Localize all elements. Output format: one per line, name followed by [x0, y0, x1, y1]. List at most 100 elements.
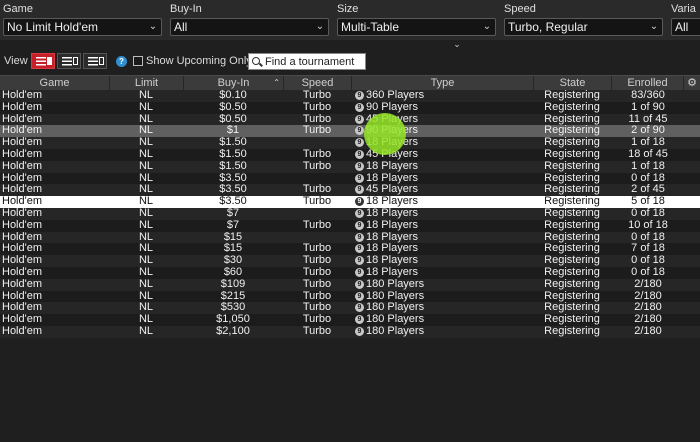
search-input[interactable]	[265, 54, 365, 69]
cell-buyin: $0.50	[219, 101, 247, 113]
tournament-type-badge-icon: 9	[355, 114, 364, 124]
table-row[interactable]: Hold'em NL $7 Turbo 9 18 Players Registering 10…	[0, 219, 700, 232]
table-row[interactable]: Hold'em NL $1.50 9 18 Players Registering 1 of…	[0, 137, 700, 149]
cell-limit: NL	[138, 101, 154, 113]
panel-icon	[73, 57, 78, 65]
panel-icon	[47, 57, 52, 65]
table-row[interactable]: Hold'em NL $1.50 Turbo 9 18 Players Registerin…	[0, 160, 700, 173]
show-upcoming-checkbox[interactable]	[133, 56, 143, 66]
table-row[interactable]: Hold'em NL $7 9 18 Players Registering 0 of 18	[0, 207, 700, 220]
cell-speed: Turbo	[302, 125, 332, 137]
table-row[interactable]: Hold'em NL $3.50 9 18 Players Registering 0 of…	[0, 172, 700, 185]
cell-speed	[284, 232, 350, 244]
table-row[interactable]: Hold'em NL $215 Turbo 9 180 Players Registerin…	[0, 290, 700, 303]
cell-game: Hold'em	[2, 125, 43, 137]
collapse-filters-icon[interactable]: ⌄	[450, 39, 464, 49]
game-select[interactable]: No Limit Hold'em ⌄	[3, 18, 162, 36]
buyin-select[interactable]: All ⌄	[170, 18, 329, 36]
search-box[interactable]	[248, 53, 366, 70]
table-row[interactable]: Hold'em NL $1 Turbo 9 90 Players Registering 2 …	[0, 125, 700, 138]
cell-limit: NL	[138, 325, 154, 337]
table-row[interactable]: Hold'em NL $60 Turbo 9 18 Players Registering 0…	[0, 266, 700, 279]
chevron-down-icon: ⌄	[649, 21, 659, 32]
size-select[interactable]: Multi-Table ⌄	[337, 18, 496, 36]
tournament-type-text: 18 Players	[366, 196, 418, 208]
table-row[interactable]: Hold'em NL $3.50 Turbo 9 18 Players Registerin…	[0, 196, 700, 208]
cell-speed: Turbo	[302, 90, 332, 101]
column-header-limit[interactable]: Limit	[110, 76, 184, 91]
tournament-type-text: 18 Players	[366, 207, 418, 219]
cell-enrolled: 7 of 18	[631, 243, 665, 255]
column-header-enrolled[interactable]: Enrolled	[612, 76, 684, 91]
table-row[interactable]: Hold'em NL $1.50 Turbo 9 45 Players Registerin…	[0, 148, 700, 161]
view-split-button[interactable]	[57, 53, 81, 69]
table-row[interactable]: Hold'em NL $2,100 Turbo 9 180 Players Register…	[0, 325, 700, 338]
table-row[interactable]: Hold'em NL $30 Turbo 9 18 Players Registering 0…	[0, 255, 700, 267]
tournament-type-badge-icon: 9	[355, 197, 364, 207]
cell-type: 9 45 Players	[355, 114, 533, 126]
table-row[interactable]: Hold'em NL $15 9 18 Players Registering 0 of 1…	[0, 231, 700, 244]
cell-enrolled: 1 of 18	[631, 160, 665, 172]
table-row[interactable]: Hold'em NL $0.50 Turbo 9 90 Players Registerin…	[0, 101, 700, 114]
view-list-button[interactable]	[83, 53, 107, 69]
search-icon	[252, 57, 260, 65]
column-header-speed[interactable]: Speed	[284, 76, 352, 91]
column-header-type[interactable]: Type	[352, 76, 534, 91]
tournament-type-badge-icon: 9	[355, 220, 364, 230]
cell-speed: Turbo	[302, 325, 332, 337]
cell-speed: Turbo	[302, 148, 332, 160]
show-upcoming-label[interactable]: Show Upcoming Only	[146, 55, 252, 67]
cell-game: Hold'em	[2, 219, 43, 231]
cell-state: Registering	[544, 219, 600, 231]
variant-filter-label: Varia	[671, 3, 696, 15]
cell-state: Registering	[544, 148, 600, 160]
cell-game: Hold'em	[2, 160, 43, 172]
help-icon[interactable]: ?	[116, 56, 127, 67]
tournament-table: Game Limit Buy-In ⌃ Speed Type State Enr…	[0, 75, 700, 338]
table-row[interactable]: Hold'em NL $109 Turbo 9 180 Players Registerin…	[0, 278, 700, 291]
cell-state: Registering	[544, 302, 600, 314]
column-header-buyin[interactable]: Buy-In ⌃	[184, 76, 284, 91]
table-row[interactable]: Hold'em NL $0.10 Turbo 9 360 Players Registeri…	[0, 90, 700, 102]
table-row[interactable]: Hold'em NL $3.50 Turbo 9 45 Players Registerin…	[0, 184, 700, 197]
cell-game: Hold'em	[2, 278, 43, 290]
cell-speed: Turbo	[302, 266, 332, 278]
cell-enrolled: 2/180	[634, 325, 662, 337]
variant-select[interactable]: All	[671, 18, 700, 36]
cell-game: Hold'em	[2, 266, 43, 278]
table-row[interactable]: Hold'em NL $1,050 Turbo 9 180 Players Register…	[0, 314, 700, 326]
cell-game: Hold'em	[2, 325, 43, 337]
tournament-type-text: 180 Players	[366, 302, 425, 314]
cell-state: Registering	[544, 278, 600, 290]
variant-select-value: All	[675, 20, 689, 34]
table-body: Hold'em NL $0.10 Turbo 9 360 Players Registeri…	[0, 90, 700, 338]
cell-state: Registering	[544, 290, 600, 302]
cell-game: Hold'em	[2, 302, 43, 314]
cell-type: 9 18 Players	[355, 161, 533, 173]
cell-type: 9 180 Players	[355, 302, 533, 314]
cell-state: Registering	[544, 160, 600, 172]
column-header-state[interactable]: State	[534, 76, 612, 91]
cell-limit: NL	[138, 196, 154, 208]
cell-state: Registering	[544, 255, 600, 267]
tournament-type-badge-icon: 9	[355, 244, 364, 254]
cell-speed: Turbo	[302, 101, 332, 113]
cell-speed: Turbo	[302, 243, 332, 255]
cell-buyin: $15	[223, 243, 243, 255]
gear-icon[interactable]: ⚙	[686, 77, 698, 90]
tournament-type-text: 45 Players	[366, 113, 418, 125]
view-list-detail-button[interactable]	[31, 53, 55, 69]
cell-buyin: $3.50	[219, 196, 247, 208]
cell-speed: Turbo	[302, 255, 332, 267]
game-select-value: No Limit Hold'em	[7, 20, 98, 34]
tournament-type-badge-icon: 9	[355, 326, 364, 336]
column-header-game[interactable]: Game	[0, 76, 110, 91]
speed-select[interactable]: Turbo, Regular ⌄	[504, 18, 663, 36]
table-row[interactable]: Hold'em NL $0.50 Turbo 9 45 Players Registerin…	[0, 113, 700, 126]
cell-enrolled: 2 of 45	[631, 184, 665, 196]
table-row[interactable]: Hold'em NL $530 Turbo 9 180 Players Registerin…	[0, 302, 700, 315]
cell-type: 9 180 Players	[355, 279, 533, 291]
cell-limit: NL	[138, 302, 154, 314]
table-row[interactable]: Hold'em NL $15 Turbo 9 18 Players Registering 7…	[0, 243, 700, 256]
tournament-type-badge-icon: 9	[355, 315, 364, 325]
